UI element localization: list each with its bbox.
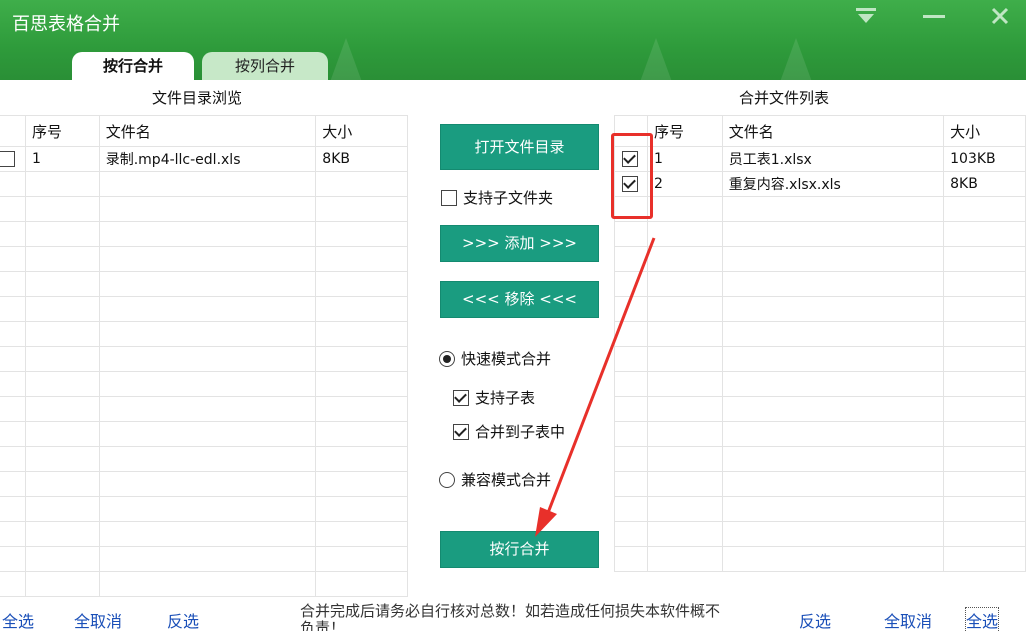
right-deselect-all-link[interactable]: 全取消: [884, 608, 932, 632]
annotation-arrow: [535, 237, 656, 537]
notice-text: 合并完成后请务必自行核对总数！如若造成任何损失本软件概不负责！: [300, 603, 721, 631]
left-deselect-all-link[interactable]: 全取消: [74, 608, 122, 632]
right-select-all-link[interactable]: 全选: [964, 607, 1000, 632]
right-invert-link[interactable]: 反选: [799, 608, 831, 632]
left-select-all-link[interactable]: 全选: [2, 608, 34, 632]
left-invert-link[interactable]: 反选: [167, 608, 199, 632]
